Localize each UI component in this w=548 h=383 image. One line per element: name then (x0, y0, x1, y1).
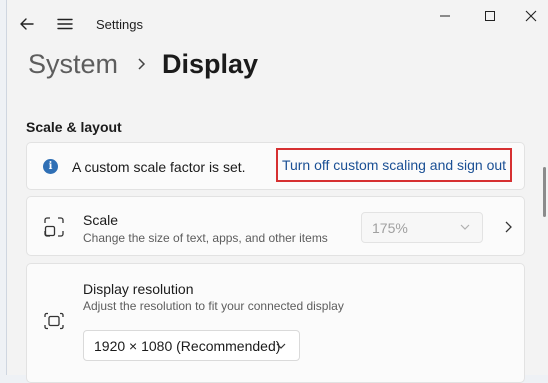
display-resolution-icon (44, 312, 64, 330)
resolution-value: 1920 × 1080 (Recommended) (94, 338, 281, 354)
scale-setting-row[interactable]: Scale Change the size of text, apps, and… (26, 196, 525, 256)
title-bar: Settings (7, 0, 548, 48)
custom-scale-info-bar: i A custom scale factor is set. Turn off… (26, 142, 525, 190)
breadcrumb: System Display (28, 44, 258, 84)
display-resolution-description: Adjust the resolution to fit your connec… (83, 299, 344, 313)
display-resolution-row: Display resolution Adjust the resolution… (26, 263, 525, 383)
close-icon[interactable] (517, 6, 545, 26)
back-arrow-icon[interactable] (17, 14, 37, 34)
chevron-right-icon[interactable] (504, 220, 513, 234)
info-icon: i (43, 159, 58, 174)
scale-description: Change the size of text, apps, and other… (83, 231, 328, 245)
breadcrumb-system[interactable]: System (28, 49, 118, 80)
turn-off-custom-scaling-link[interactable]: Turn off custom scaling and sign out (276, 148, 512, 182)
scale-title: Scale (83, 212, 119, 228)
scrollbar-thumb[interactable] (543, 167, 546, 217)
hamburger-menu-icon[interactable] (55, 14, 75, 34)
minimize-icon[interactable] (431, 6, 459, 26)
window-title: Settings (96, 17, 143, 32)
maximize-icon[interactable] (476, 6, 504, 26)
display-resolution-title: Display resolution (83, 281, 194, 297)
chevron-right-icon (138, 58, 146, 70)
scale-dropdown: 175% (361, 212, 483, 243)
info-message: A custom scale factor is set. (72, 159, 246, 175)
section-title: Scale & layout (26, 119, 122, 135)
settings-window: Settings System Display Scale & layout i… (6, 0, 548, 383)
scale-icon (44, 217, 64, 237)
page-title: Display (162, 48, 259, 79)
chevron-down-icon (460, 224, 470, 230)
chevron-down-icon (276, 343, 286, 349)
scale-value: 175% (372, 220, 408, 236)
resolution-dropdown[interactable]: 1920 × 1080 (Recommended) (83, 330, 300, 361)
